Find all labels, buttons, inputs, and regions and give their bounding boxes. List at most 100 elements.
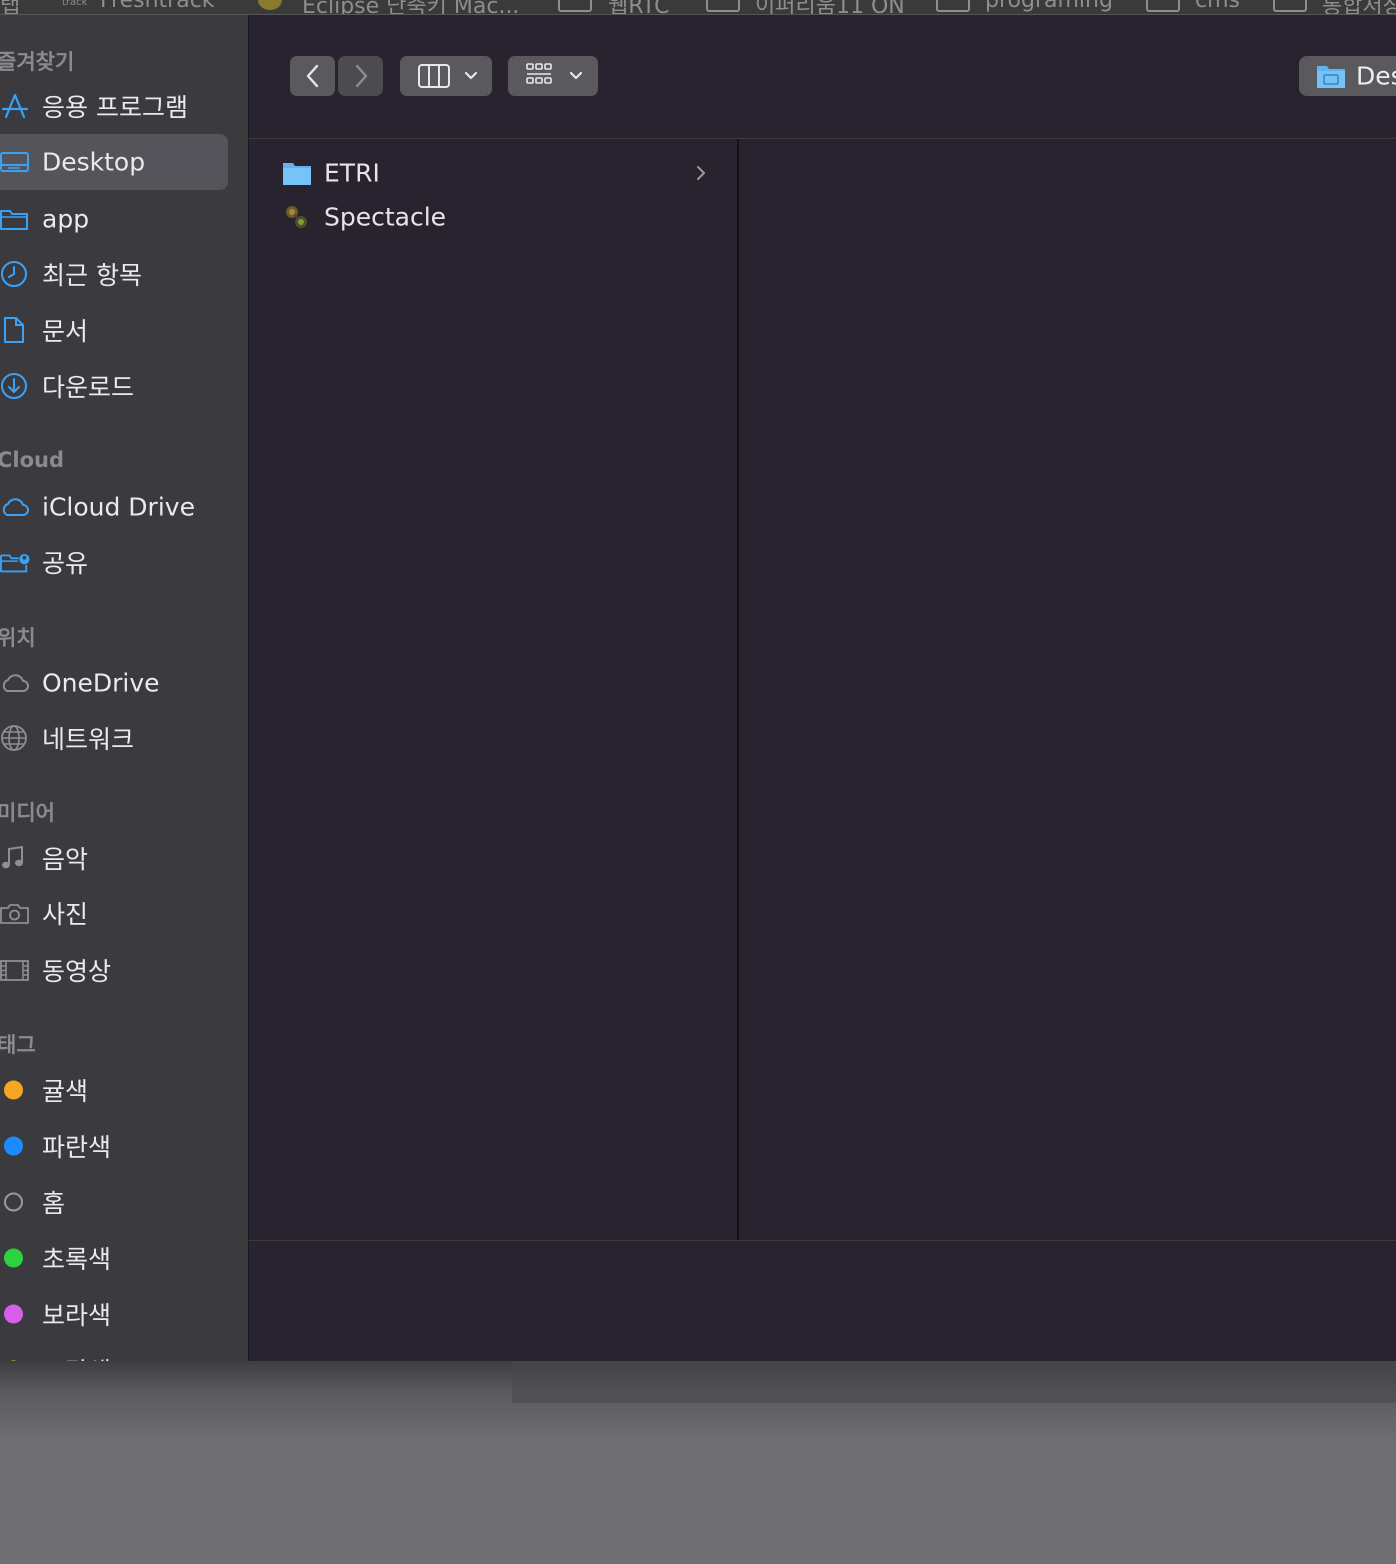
sidebar-item-label: OneDrive <box>42 668 160 698</box>
shared-folder-icon <box>0 554 30 573</box>
sidebar-item-label: 동영상 <box>42 957 112 986</box>
document-icon <box>4 317 24 343</box>
sidebar-item-label: 다운로드 <box>42 373 135 402</box>
forward-button[interactable] <box>338 56 383 96</box>
sidebar-item-movies[interactable]: 동영상 <box>0 942 228 998</box>
cloud-icon <box>2 674 29 692</box>
film-icon <box>0 960 29 981</box>
sidebar-item-tag-blue[interactable]: 파란색 <box>0 1118 228 1174</box>
sidebar-item-label: 문서 <box>42 317 89 346</box>
chevron-right-icon <box>355 64 368 88</box>
toolbar: Des <box>249 15 1396 139</box>
sidebar-item-label: app <box>42 204 90 234</box>
sidebar-item-network[interactable]: 네트워크 <box>0 710 228 766</box>
sidebar-item-label: 홈 <box>42 1189 66 1218</box>
sidebar-item-label: 보라색 <box>42 1301 112 1330</box>
favorites-header: 즐겨찾기 <box>0 50 75 74</box>
file-name: Spectacle <box>324 202 447 232</box>
sidebar-item-label: 네트워크 <box>42 725 135 754</box>
tags-header: 태그 <box>0 1033 36 1057</box>
sidebar-item-recents[interactable]: 최근 항목 <box>0 246 228 302</box>
spectacle-app-icon <box>286 206 307 228</box>
media-header: 미디어 <box>0 801 55 825</box>
path-popup-button[interactable]: Des <box>1299 56 1396 96</box>
sidebar-item-label: 파란색 <box>42 1133 112 1162</box>
bookmark-storage[interactable]: 통합저장 <box>1322 0 1396 14</box>
tag-green-dot-icon <box>4 1248 23 1268</box>
tag-orange-dot-icon <box>4 1080 23 1100</box>
bookmark-webrtc[interactable]: 웹RTC <box>608 0 669 14</box>
sidebar-item-tag-green[interactable]: 초록색 <box>0 1230 228 1286</box>
sidebar-item-photos[interactable]: 사진 <box>0 885 228 941</box>
sidebar: 즐겨찾기 응용 프로그램 Desktop app 최근 항목 문서 다운로드 C… <box>0 15 249 1361</box>
music-note-icon <box>2 845 23 869</box>
icloud-header: Cloud <box>0 448 65 472</box>
download-icon <box>1 373 27 399</box>
bookmark-eclipse[interactable]: Eclipse 단축키 Mac... <box>302 0 519 14</box>
tag-blue-dot-icon <box>4 1136 23 1156</box>
bookmark-partial[interactable]: 탭 <box>0 0 20 14</box>
desktop-icon <box>0 152 29 172</box>
column-browser: ETRI Spectacle <box>249 139 1396 1240</box>
bookmark-cms[interactable]: cms <box>1195 0 1240 13</box>
applications-icon <box>1 93 29 119</box>
columns-view-icon <box>418 64 478 88</box>
group-button[interactable] <box>508 56 598 96</box>
sidebar-item-downloads[interactable]: 다운로드 <box>0 358 228 414</box>
bookmark-folder-icon <box>558 0 592 12</box>
back-button[interactable] <box>290 56 335 96</box>
browser-column: ETRI Spectacle <box>249 139 739 1240</box>
sidebar-item-label: 귤색 <box>42 1077 89 1106</box>
bookmark-folder-icon <box>1146 0 1180 12</box>
sidebar-item-label: 노란색 <box>42 1352 111 1361</box>
bottom-panel <box>249 1240 1396 1361</box>
camera-icon <box>0 904 29 924</box>
folder-icon <box>283 163 311 185</box>
tag-purple-dot-icon <box>4 1304 23 1324</box>
sidebar-item-label: 응용 프로그램 <box>42 93 188 122</box>
bookmark-programing[interactable]: programing <box>985 0 1113 13</box>
sidebar-item-tag-purple[interactable]: 보라색 <box>0 1286 228 1342</box>
sidebar-item-tag-orange[interactable]: 귤색 <box>0 1062 228 1118</box>
path-label: Des <box>1356 61 1396 91</box>
bookmark-folder-icon <box>706 0 740 12</box>
sidebar-item-app[interactable]: app <box>0 191 228 247</box>
sidebar-item-documents[interactable]: 문서 <box>0 302 228 358</box>
tag-empty-circle-icon <box>4 1192 23 1212</box>
sidebar-item-applications[interactable]: 응용 프로그램 <box>0 78 228 134</box>
eclipse-favicon-icon <box>258 0 282 10</box>
window-shadow <box>512 1361 1396 1403</box>
sidebar-item-tag-home[interactable]: 홈 <box>0 1174 228 1230</box>
locations-header: 위치 <box>0 626 36 650</box>
clock-icon <box>1 261 27 287</box>
sidebar-item-tag-yellow[interactable]: 노란색 <box>0 1342 228 1361</box>
sidebar-item-music[interactable]: 음악 <box>0 830 228 886</box>
sidebar-item-desktop[interactable]: Desktop <box>0 134 228 190</box>
finder-window: 즐겨찾기 응용 프로그램 Desktop app 최근 항목 문서 다운로드 C… <box>0 15 1396 1361</box>
bookmark-ethereum[interactable]: 이퍼리움11 ON <box>755 0 905 14</box>
globe-icon <box>1 725 27 751</box>
chevron-right-icon <box>697 166 705 180</box>
sidebar-item-label: 공유 <box>42 549 89 578</box>
sidebar-item-shared[interactable]: 공유 <box>0 534 228 590</box>
view-mode-button[interactable] <box>400 56 492 96</box>
bookmark-favicon-label: track <box>62 0 88 8</box>
sidebar-item-label: 사진 <box>42 900 89 929</box>
bookmark-folder-icon <box>1273 0 1307 12</box>
sidebar-item-label: 음악 <box>42 845 89 874</box>
sidebar-item-onedrive[interactable]: OneDrive <box>0 655 228 711</box>
sidebar-item-label: iCloud Drive <box>42 492 195 522</box>
sidebar-item-label: 최근 항목 <box>42 261 142 290</box>
sidebar-item-label: 초록색 <box>42 1245 112 1274</box>
chevron-left-icon <box>306 64 319 88</box>
grid-group-icon <box>526 63 583 84</box>
sidebar-item-icloud-drive[interactable]: iCloud Drive <box>0 479 228 535</box>
bookmark-freshtrack[interactable]: Freshtrack <box>100 0 215 13</box>
cloud-icon <box>2 498 29 516</box>
bookmark-folder-icon <box>936 0 970 12</box>
sidebar-item-label: Desktop <box>42 147 146 177</box>
folder-icon <box>0 210 28 230</box>
file-row-etri[interactable]: ETRI <box>249 152 737 194</box>
file-name: ETRI <box>324 158 380 188</box>
file-row-spectacle[interactable]: Spectacle <box>249 196 737 238</box>
